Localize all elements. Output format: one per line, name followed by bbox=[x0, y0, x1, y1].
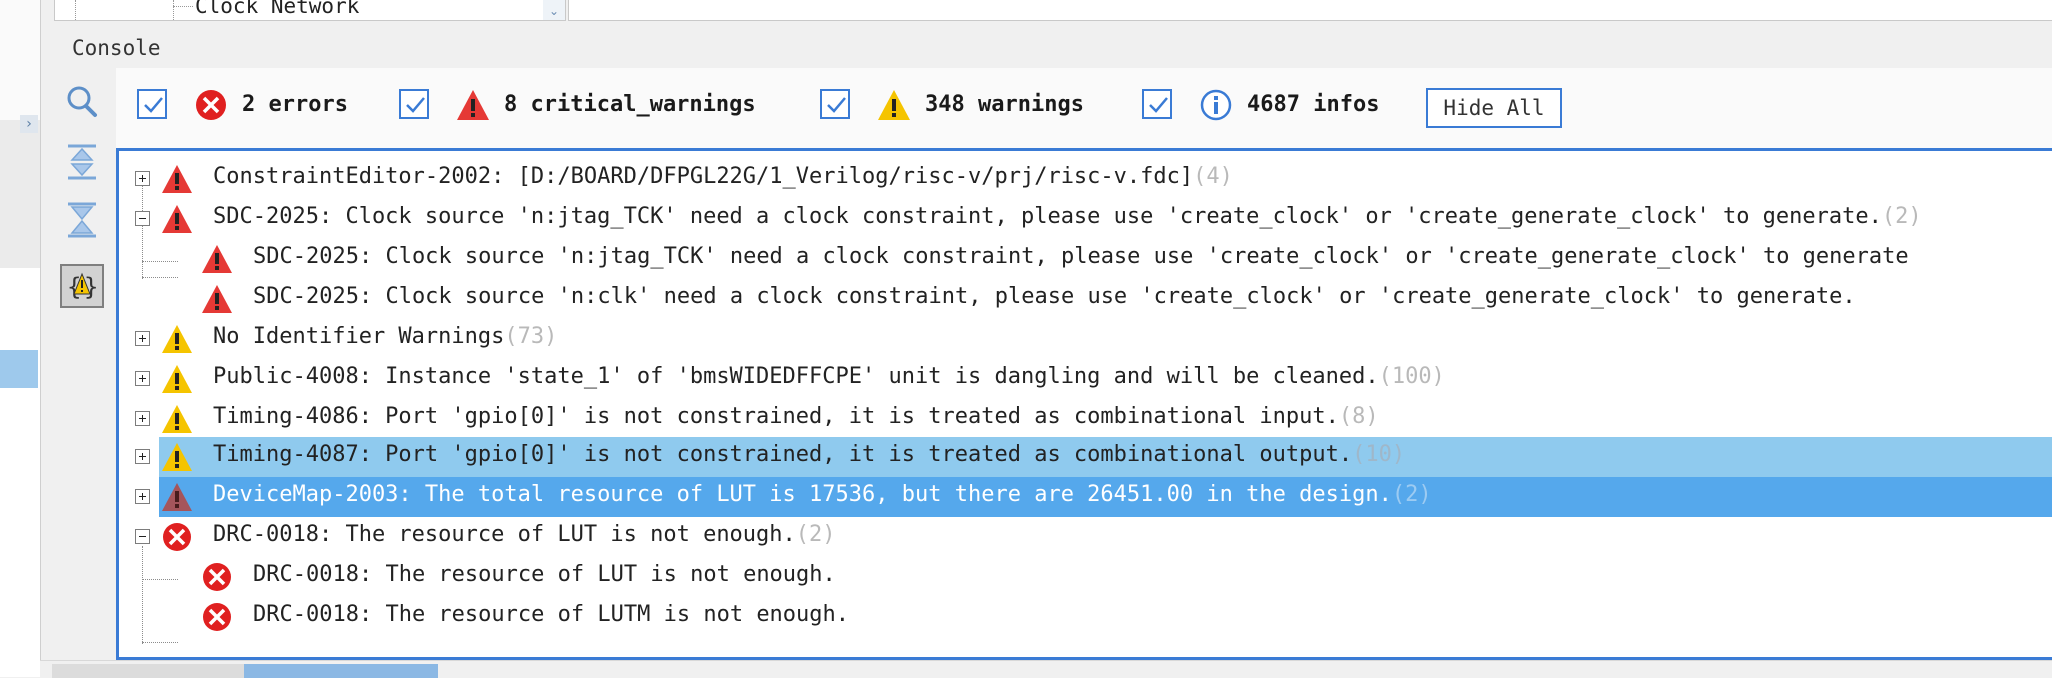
console-side-toolbar: { } bbox=[54, 80, 110, 320]
tree-branch-line bbox=[142, 261, 178, 262]
tree-item-clock-network[interactable]: Clock Network bbox=[195, 0, 359, 18]
collapse-all-button[interactable] bbox=[60, 198, 104, 242]
errors-filter-label[interactable]: 2 errors bbox=[242, 92, 348, 117]
checkbox-icon bbox=[1149, 97, 1168, 113]
message-count: (100) bbox=[1378, 364, 1445, 389]
checkbox-icon bbox=[144, 97, 163, 113]
message-text: DRC-0018: The resource of LUTM is not en… bbox=[253, 602, 850, 627]
tree-branch-line bbox=[142, 579, 178, 580]
left-side-strip: › bbox=[0, 0, 41, 677]
message-child-row[interactable]: DRC-0018: The resource of LUT is not eno… bbox=[119, 557, 2052, 597]
error-icon bbox=[203, 563, 231, 591]
tree-collapse-icon[interactable] bbox=[135, 529, 150, 544]
warning-icon bbox=[162, 325, 192, 353]
critical-warning-icon bbox=[162, 205, 192, 233]
bottom-tab[interactable] bbox=[52, 664, 244, 678]
checkbox-icon bbox=[406, 97, 425, 113]
message-count: (10) bbox=[1352, 442, 1406, 467]
console-title: Console bbox=[72, 36, 161, 60]
critical-warning-icon bbox=[162, 483, 192, 511]
left-panel-lower bbox=[0, 268, 40, 677]
tree-guide-line bbox=[75, 0, 76, 20]
filter-current-icon: { } bbox=[67, 272, 98, 301]
message-row-selected[interactable]: Timing-4087: Port 'gpio[0]' is not const… bbox=[135, 437, 2052, 477]
message-child-row[interactable]: DRC-0018: The resource of LUTM is not en… bbox=[119, 597, 2052, 637]
left-panel-selection[interactable] bbox=[0, 350, 38, 388]
error-icon bbox=[163, 523, 191, 551]
message-row-selected[interactable]: DeviceMap-2003: The total resource of LU… bbox=[135, 477, 2052, 517]
message-text: SDC-2025: Clock source 'n:jtag_TCK' need… bbox=[213, 204, 1882, 229]
critical-warning-icon bbox=[162, 165, 192, 193]
message-text: DeviceMap-2003: The total resource of LU… bbox=[213, 482, 1392, 507]
message-row[interactable]: SDC-2025: Clock source 'n:jtag_TCK' need… bbox=[119, 199, 2052, 239]
message-text: Public-4008: Instance 'state_1' of 'bmsW… bbox=[213, 364, 1379, 389]
message-text: Timing-4086: Port 'gpio[0]' is not const… bbox=[213, 404, 1339, 429]
infos-filter-label[interactable]: 4687 infos bbox=[1247, 92, 1379, 117]
message-text: SDC-2025: Clock source 'n:jtag_TCK' need… bbox=[253, 244, 1909, 269]
collapse-all-icon bbox=[68, 202, 96, 238]
message-child-row[interactable]: SDC-2025: Clock source 'n:jtag_TCK' need… bbox=[119, 239, 2052, 279]
message-count: (2) bbox=[1391, 482, 1432, 507]
message-row[interactable]: DRC-0018: The resource of LUT is not eno… bbox=[119, 517, 2052, 557]
critical-warning-icon bbox=[202, 245, 232, 273]
warning-icon bbox=[878, 90, 910, 120]
hierarchy-tree: Clock Network ⌄ bbox=[54, 0, 566, 21]
tree-guide-line bbox=[173, 0, 174, 20]
message-text: DRC-0018: The resource of LUT is not eno… bbox=[213, 522, 796, 547]
tree-expand-icon[interactable] bbox=[135, 371, 150, 386]
search-button[interactable] bbox=[60, 80, 104, 124]
bottom-tab-strip bbox=[40, 660, 2052, 678]
left-panel-upper bbox=[0, 0, 40, 120]
search-icon bbox=[67, 86, 97, 117]
message-text: ConstraintEditor-2002: [D:/BOARD/DFPGL22… bbox=[213, 164, 1194, 189]
tree-branch-line bbox=[142, 642, 178, 643]
top-right-panel bbox=[568, 0, 2052, 21]
chevron-down-icon[interactable]: ⌄ bbox=[543, 0, 565, 20]
tree-collapse-icon[interactable] bbox=[135, 211, 150, 226]
checkbox-icon bbox=[827, 97, 846, 113]
warnings-checkbox[interactable] bbox=[820, 89, 850, 119]
tree-branch-line bbox=[173, 6, 193, 7]
errors-checkbox[interactable] bbox=[137, 89, 167, 119]
console-filter-bar: 2 errors 8 critical_warnings 348 warning… bbox=[116, 68, 2052, 148]
message-row[interactable]: Public-4008: Instance 'state_1' of 'bmsW… bbox=[119, 359, 2052, 399]
message-row[interactable]: ConstraintEditor-2002: [D:/BOARD/DFPGL22… bbox=[119, 159, 2052, 199]
tree-expand-icon[interactable] bbox=[135, 171, 150, 186]
message-text: Timing-4087: Port 'gpio[0]' is not const… bbox=[213, 442, 1353, 467]
critical-warning-icon bbox=[202, 285, 232, 313]
expand-all-button[interactable] bbox=[60, 140, 104, 184]
error-icon bbox=[196, 90, 226, 120]
tree-expand-icon[interactable] bbox=[135, 449, 150, 464]
message-text: DRC-0018: The resource of LUT is not eno… bbox=[253, 562, 836, 587]
bottom-tab-active[interactable] bbox=[244, 664, 438, 678]
filter-current-button[interactable]: { } bbox=[60, 264, 104, 308]
tree-expand-icon[interactable] bbox=[135, 489, 150, 504]
warnings-filter-label[interactable]: 348 warnings bbox=[925, 92, 1084, 117]
tree-expand-icon[interactable] bbox=[135, 411, 150, 426]
message-count: (2) bbox=[1881, 204, 1922, 229]
hide-all-button[interactable]: Hide All bbox=[1426, 88, 1562, 128]
message-count: (8) bbox=[1338, 404, 1379, 429]
expand-all-icon bbox=[68, 144, 96, 180]
message-text: SDC-2025: Clock source 'n:clk' need a cl… bbox=[253, 284, 1856, 309]
message-count: (2) bbox=[795, 522, 836, 547]
tree-expand-icon[interactable] bbox=[135, 331, 150, 346]
chevron-right-icon[interactable]: › bbox=[20, 115, 38, 133]
infos-checkbox[interactable] bbox=[1142, 89, 1172, 119]
message-row[interactable]: Timing-4086: Port 'gpio[0]' is not const… bbox=[119, 399, 2052, 439]
critical-warning-icon bbox=[457, 90, 489, 120]
message-text: No Identifier Warnings bbox=[213, 324, 505, 349]
console-message-list: ConstraintEditor-2002: [D:/BOARD/DFPGL22… bbox=[116, 148, 2052, 660]
critical-warnings-filter-label[interactable]: 8 critical_warnings bbox=[504, 92, 756, 117]
message-count: (4) bbox=[1193, 164, 1233, 189]
message-child-row[interactable]: SDC-2025: Clock source 'n:clk' need a cl… bbox=[119, 279, 2052, 319]
error-icon bbox=[203, 603, 231, 631]
warning-icon bbox=[162, 365, 192, 393]
critical-warnings-checkbox[interactable] bbox=[399, 89, 429, 119]
warning-icon bbox=[162, 443, 192, 471]
info-icon bbox=[1200, 89, 1232, 121]
message-count: (73) bbox=[504, 324, 558, 349]
warning-icon bbox=[162, 405, 192, 433]
message-row[interactable]: No Identifier Warnings(73) bbox=[119, 319, 2052, 359]
